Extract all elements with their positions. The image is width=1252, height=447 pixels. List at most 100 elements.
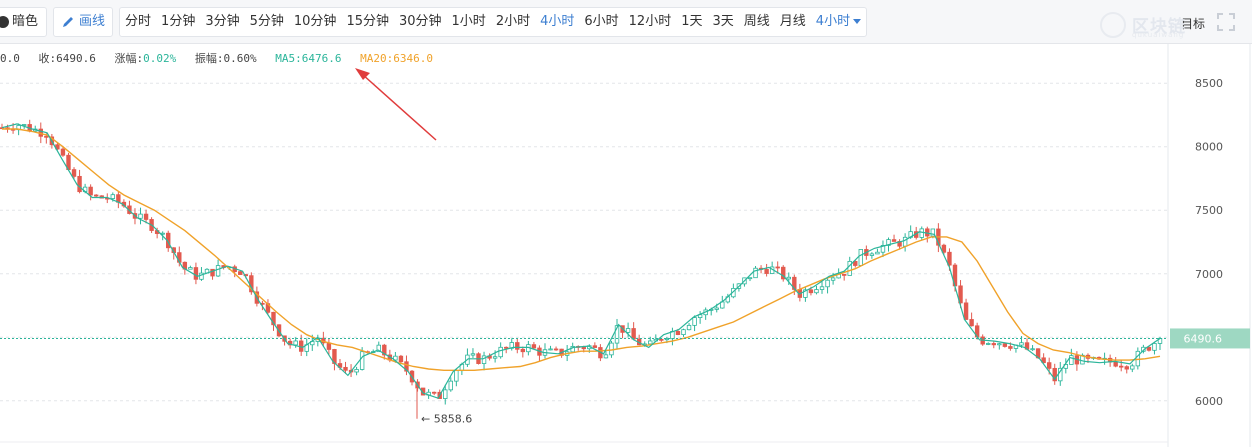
candle-body — [193, 267, 199, 280]
candle-body — [775, 266, 780, 269]
candle-body — [681, 329, 686, 335]
pencil-icon — [63, 17, 74, 27]
candle-body — [520, 348, 526, 353]
draw-line-button[interactable]: 画线 — [54, 8, 112, 36]
candle-body — [93, 194, 99, 197]
candle-body — [1030, 348, 1035, 351]
theme-group: 暗色 — [0, 7, 48, 37]
candle-body — [1046, 362, 1052, 369]
candle-body — [492, 356, 498, 359]
min-price-label: ← 5858.6 — [421, 413, 472, 426]
y-tick-label: 8500 — [1195, 77, 1223, 90]
candle-body — [1124, 366, 1129, 370]
candle-body — [448, 380, 453, 391]
theme-toggle-button[interactable]: 暗色 — [0, 8, 46, 36]
interval-button-9[interactable]: 4小时 — [535, 8, 579, 36]
interval-button-5[interactable]: 15分钟 — [341, 8, 394, 36]
candle-body — [354, 369, 359, 373]
candle-body — [997, 343, 1002, 346]
candle-body — [841, 273, 847, 276]
candle-body — [138, 213, 143, 219]
candle-body — [1130, 365, 1135, 370]
candle-body — [398, 355, 404, 363]
interval-button-0[interactable]: 分时 — [120, 8, 156, 36]
candle-body — [1113, 361, 1118, 367]
candle-body — [1002, 343, 1008, 347]
interval-button-14[interactable]: 周线 — [739, 8, 775, 36]
y-axis-panel — [1168, 44, 1252, 447]
candle-body — [504, 346, 509, 349]
candle-body — [71, 169, 77, 177]
interval-dropdown[interactable]: 4小时 — [811, 8, 866, 36]
candle-body — [110, 194, 116, 199]
candle-body — [659, 338, 664, 341]
candle-body — [553, 348, 559, 351]
candle-body — [548, 348, 553, 351]
interval-button-4[interactable]: 10分钟 — [289, 8, 342, 36]
candle-body — [515, 342, 520, 350]
interval-button-11[interactable]: 12小时 — [624, 8, 677, 36]
last-price-label: 6490.6 — [1184, 332, 1223, 345]
candle-body — [143, 213, 149, 220]
candle-body — [686, 324, 692, 331]
interval-button-13[interactable]: 3天 — [707, 8, 738, 36]
candle-body — [764, 269, 769, 274]
candle-body — [77, 175, 82, 193]
candle-body — [1119, 365, 1124, 368]
candle-body — [631, 328, 636, 340]
y-tick-label: 7500 — [1195, 204, 1223, 217]
candle-body — [902, 236, 908, 247]
interval-button-6[interactable]: 30分钟 — [394, 8, 447, 36]
candle-body — [431, 391, 437, 394]
candle-body — [919, 228, 924, 238]
candle-body — [443, 389, 448, 399]
candle-body — [592, 345, 598, 348]
annotation-arrow-line — [361, 73, 437, 141]
candle-body — [1069, 355, 1074, 365]
candle-body — [44, 135, 49, 138]
candle-body — [1146, 346, 1152, 351]
candle-body — [963, 302, 969, 320]
candle-body — [531, 344, 537, 349]
candle-body — [88, 186, 93, 196]
candle-body — [986, 343, 991, 345]
interval-dropdown-label: 4小时 — [815, 14, 851, 29]
interval-button-1[interactable]: 1分钟 — [156, 8, 200, 36]
candle-body — [215, 265, 221, 277]
candle-body — [891, 239, 897, 242]
draw-line-label: 画线 — [79, 14, 106, 29]
candle-body — [238, 271, 243, 275]
candle-body — [991, 343, 996, 346]
logo-icon — [1100, 12, 1126, 38]
candle-body — [692, 317, 697, 326]
candlestick-chart[interactable]: 600065007000750080008500← 5858.66490.6 — [0, 44, 1252, 447]
candle-body — [753, 267, 758, 279]
candle-body — [454, 370, 459, 382]
interval-button-2[interactable]: 3分钟 — [200, 8, 244, 36]
candle-body — [498, 346, 503, 358]
candle-body — [188, 267, 193, 270]
fullscreen-icon[interactable] — [1216, 12, 1236, 32]
candle-body — [343, 366, 348, 371]
interval-button-7[interactable]: 1小时 — [447, 8, 491, 36]
interval-group: 分时 1分钟 3分钟 5分钟 10分钟 15分钟 30分钟 1小时 2小时 4小时 6小时 12小时 1… — [119, 7, 868, 37]
candle-body — [808, 289, 814, 294]
chevron-down-icon — [853, 19, 862, 24]
interval-button-10[interactable]: 6小时 — [579, 8, 623, 36]
candle-body — [969, 319, 974, 327]
candle-body — [293, 340, 298, 346]
logo-subtext: qukuaiwang — [1132, 31, 1185, 39]
candle-body — [603, 354, 609, 359]
interval-button-12[interactable]: 1天 — [676, 8, 707, 36]
candle-body — [825, 279, 830, 288]
draw-group: 画线 — [53, 7, 114, 37]
interval-button-8[interactable]: 2小时 — [491, 8, 535, 36]
candle-body — [648, 340, 653, 345]
watermark-logo: 区块链 qukuaiwang — [1100, 10, 1220, 40]
candle-body — [814, 289, 819, 294]
candle-body — [609, 342, 614, 356]
interval-button-15[interactable]: 月线 — [775, 8, 811, 36]
interval-button-3[interactable]: 5分钟 — [245, 8, 289, 36]
theme-icon — [0, 16, 9, 28]
ma5-line — [1, 123, 1161, 399]
